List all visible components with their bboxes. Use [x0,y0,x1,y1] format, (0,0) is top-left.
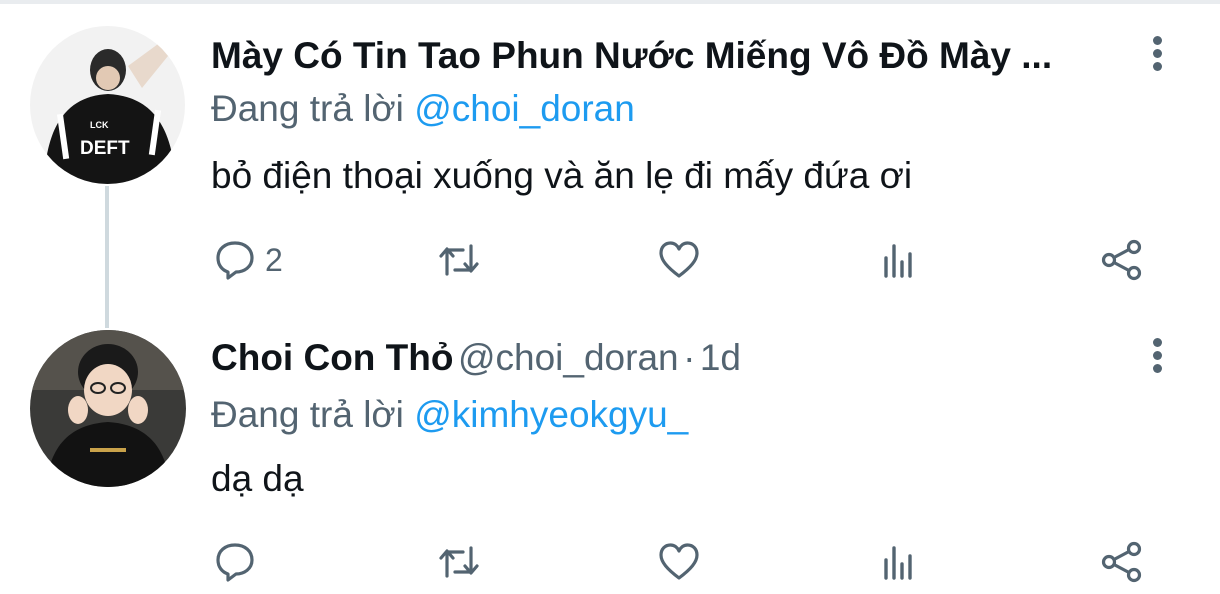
display-name[interactable]: Choi Con Thỏ [211,337,454,378]
views-icon [884,244,912,278]
replying-to-label: Đang trả lời [211,88,404,129]
avatar[interactable]: LCK DEFT [30,26,185,184]
timestamp[interactable]: 1d [700,337,741,378]
avatar-image [30,330,186,487]
views-icon [884,546,912,580]
reply-button[interactable]: 2 [213,235,283,285]
share-icon [1101,541,1142,583]
share-button[interactable] [1100,235,1144,285]
tweet-actions [0,537,1220,587]
like-icon [659,241,699,278]
separator-dot: · [683,337,696,378]
like-icon [659,543,699,580]
user-handle[interactable]: @choi_doran [458,337,679,378]
share-button[interactable] [1100,537,1144,587]
tweet-header: Choi Con Thỏ @choi_doran · 1d [211,337,741,379]
avatar-image: LCK DEFT [30,26,185,184]
tweet-1[interactable]: LCK DEFT Mày Có Tin Tao Phun Nước Miếng … [0,0,1220,310]
svg-text:LCK: LCK [90,120,109,130]
reply-icon [216,241,254,280]
retweet-icon [439,546,479,578]
reply-button[interactable] [213,537,265,587]
share-icon [1101,239,1142,281]
more-options-icon[interactable] [1145,36,1169,76]
like-button[interactable] [657,235,701,285]
replying-to: Đang trả lời @choi_doran [211,88,635,130]
replying-to: Đang trả lời @kimhyeokgyu_ [211,394,688,436]
tweet-actions: 2 [0,235,1220,285]
avatar[interactable] [30,330,186,487]
svg-text:DEFT: DEFT [80,138,130,159]
retweet-button[interactable] [437,235,481,285]
retweet-icon [439,244,479,276]
tweet-2[interactable]: Choi Con Thỏ @choi_doran · 1d Đang trả l… [0,310,1220,594]
views-button[interactable] [878,537,922,587]
more-options-icon[interactable] [1145,338,1169,378]
views-button[interactable] [878,235,922,285]
tweet-text: bỏ điện thoại xuống và ăn lẹ đi mấy đứa … [211,155,913,196]
reply-mention-link[interactable]: @choi_doran [414,88,635,129]
reply-mention-link[interactable]: @kimhyeokgyu_ [414,394,688,435]
reply-icon [216,543,254,582]
like-button[interactable] [657,537,701,587]
tweet-text: dạ dạ [211,458,304,499]
tweet-header: Mày Có Tin Tao Phun Nước Miếng Vô Đồ Mày… [211,35,1052,77]
replying-to-label: Đang trả lời [211,394,404,435]
retweet-button[interactable] [437,537,481,587]
reply-count: 2 [265,241,283,278]
display-name[interactable]: Mày Có Tin Tao Phun Nước Miếng Vô Đồ Mày… [211,35,1052,76]
